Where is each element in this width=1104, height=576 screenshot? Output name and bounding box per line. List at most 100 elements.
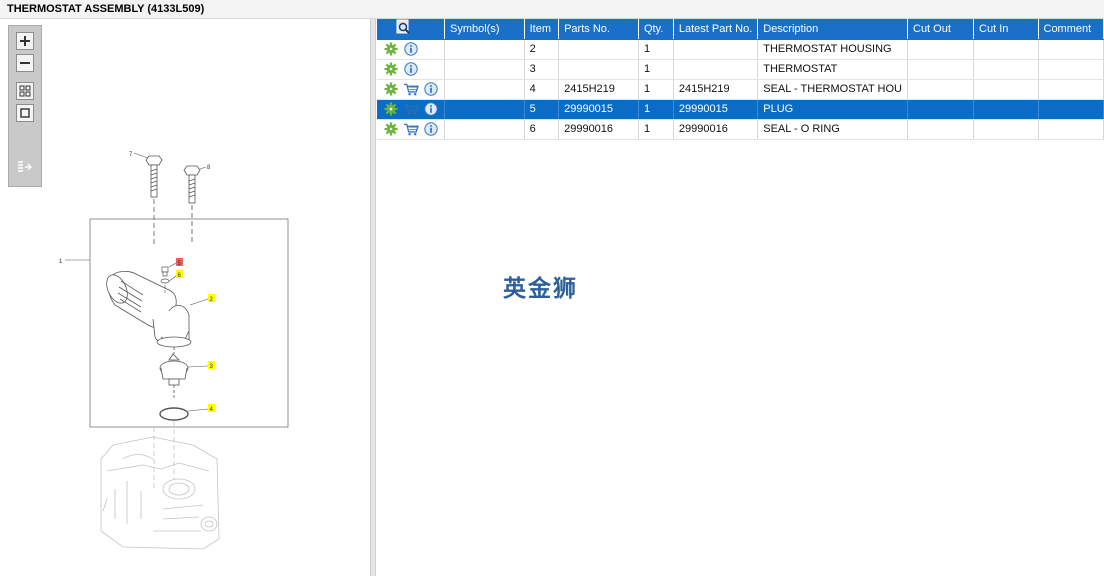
fit-all-button[interactable] (16, 82, 34, 100)
thermostat-housing[interactable] (103, 271, 192, 348)
shopping-cart-icon[interactable] (403, 121, 419, 137)
col-header-comment[interactable]: Comment (1038, 19, 1104, 40)
comment-cell[interactable] (1038, 119, 1104, 140)
cut-in-cell[interactable] (973, 39, 1039, 60)
pane-splitter[interactable] (371, 19, 376, 576)
cut-out-cell[interactable] (907, 99, 975, 120)
cut-out-cell[interactable] (907, 59, 975, 80)
gear-icon[interactable] (383, 41, 399, 57)
cut-in-cell[interactable] (973, 79, 1039, 100)
item-cell[interactable]: 4 (524, 79, 560, 100)
symbols-cell[interactable] (444, 79, 525, 100)
col-header-qty[interactable]: Qty. (638, 19, 674, 40)
parts-list-pane: Symbol(s) Item Parts No. Qty. Latest Par… (377, 19, 1104, 576)
gear-icon[interactable] (383, 81, 399, 97)
latest-part-no-cell[interactable] (673, 59, 759, 80)
parts-no-cell[interactable]: 2415H219 (558, 79, 639, 100)
zoom-in-button[interactable] (16, 32, 34, 50)
item-cell[interactable]: 5 (524, 99, 560, 120)
info-icon[interactable] (403, 41, 419, 57)
qty-cell[interactable]: 1 (638, 59, 674, 80)
o-ring[interactable] (159, 407, 189, 421)
plus-icon (20, 36, 30, 46)
qty-cell[interactable]: 1 (638, 99, 674, 120)
latest-part-no-cell[interactable]: 29990015 (673, 99, 759, 120)
description-cell[interactable]: SEAL - O RING (757, 119, 908, 140)
cut-out-cell[interactable] (907, 39, 975, 60)
description-cell[interactable]: THERMOSTAT (757, 59, 908, 80)
thermostat[interactable] (159, 347, 189, 399)
parts-no-cell[interactable] (558, 39, 639, 60)
watermark: 英金狮 (503, 276, 578, 302)
description-cell[interactable]: SEAL - THERMOSTAT HOU (757, 79, 908, 100)
col-header-symbols[interactable]: Symbol(s) (444, 19, 525, 40)
export-button[interactable] (16, 158, 34, 176)
seal-6[interactable] (160, 278, 170, 284)
gear-icon[interactable] (383, 61, 399, 77)
exploded-view-drawing[interactable]: 7 8 1 2 5 6 3 4 (3, 19, 371, 576)
parts-no-cell[interactable]: 29990016 (558, 119, 639, 140)
cut-out-cell[interactable] (907, 79, 975, 100)
qty-cell[interactable]: 1 (638, 39, 674, 60)
item-cell[interactable]: 3 (524, 59, 560, 80)
bolt-7[interactable] (145, 155, 163, 244)
latest-part-no-cell[interactable]: 29990016 (673, 119, 759, 140)
table-row[interactable]: 3 1 THERMOSTAT (377, 59, 1104, 80)
description-cell[interactable]: PLUG (757, 99, 908, 120)
col-header-tools[interactable] (377, 19, 445, 40)
comment-cell[interactable] (1038, 99, 1104, 120)
info-icon[interactable] (423, 81, 439, 97)
callout-1[interactable]: 1 (59, 259, 63, 265)
info-icon[interactable] (423, 121, 439, 137)
col-header-item[interactable]: Item (524, 19, 560, 40)
col-header-cut-in[interactable]: Cut In (973, 19, 1039, 40)
table-row[interactable]: 6 29990016 1 29990016 SEAL - O RING (377, 119, 1104, 140)
cut-in-cell[interactable] (973, 59, 1039, 80)
symbols-cell[interactable] (444, 99, 525, 120)
comment-cell[interactable] (1038, 39, 1104, 60)
parts-no-cell[interactable]: 29990015 (558, 99, 639, 120)
latest-part-no-cell[interactable]: 2415H219 (673, 79, 759, 100)
info-icon[interactable] (403, 61, 419, 77)
qty-cell[interactable]: 1 (638, 119, 674, 140)
col-header-cut-out[interactable]: Cut Out (907, 19, 975, 40)
item-cell[interactable]: 6 (524, 119, 560, 140)
callout-7[interactable]: 7 (129, 152, 133, 158)
description-cell[interactable]: THERMOSTAT HOUSING (757, 39, 908, 60)
cut-in-cell[interactable] (973, 99, 1039, 120)
bolt-8[interactable] (183, 165, 201, 244)
symbols-cell[interactable] (444, 39, 525, 60)
zoom-out-button[interactable] (16, 54, 34, 72)
drawing-pane[interactable]: 7 8 1 2 5 6 3 4 (3, 19, 371, 576)
table-header-row: Symbol(s) Item Parts No. Qty. Latest Par… (377, 19, 1104, 40)
cut-out-cell[interactable] (907, 119, 975, 140)
col-header-latest-part-no[interactable]: Latest Part No. (673, 19, 759, 40)
parts-no-cell[interactable] (558, 59, 639, 80)
latest-part-no-cell[interactable] (673, 39, 759, 60)
callout-8[interactable]: 8 (207, 165, 211, 171)
row-actions-cell (377, 119, 445, 140)
col-header-parts-no[interactable]: Parts No. (558, 19, 639, 40)
comment-cell[interactable] (1038, 79, 1104, 100)
shopping-cart-icon[interactable] (403, 81, 419, 97)
row-actions-cell (377, 99, 445, 120)
comment-cell[interactable] (1038, 59, 1104, 80)
search-document-icon[interactable] (395, 19, 411, 35)
info-icon[interactable] (423, 101, 439, 117)
symbols-cell[interactable] (444, 59, 525, 80)
table-row[interactable]: 4 2415H219 1 2415H219 SEAL - THERMOSTAT HOU (377, 79, 1104, 100)
shopping-cart-icon[interactable] (403, 101, 419, 117)
item-cell[interactable]: 2 (524, 39, 560, 60)
gear-icon[interactable] (383, 121, 399, 137)
symbols-cell[interactable] (444, 119, 525, 140)
col-header-description[interactable]: Description (757, 19, 908, 40)
table-row[interactable]: 5 29990015 1 29990015 PLUG (377, 99, 1104, 120)
grid-icon (19, 85, 31, 97)
fit-window-button[interactable] (16, 104, 34, 122)
qty-cell[interactable]: 1 (638, 79, 674, 100)
table-row[interactable]: 2 1 THERMOSTAT HOUSING (377, 39, 1104, 60)
gear-icon[interactable] (383, 101, 399, 117)
cut-in-cell[interactable] (973, 119, 1039, 140)
plug-5[interactable] (161, 266, 169, 277)
engine-block-outline (100, 421, 220, 550)
